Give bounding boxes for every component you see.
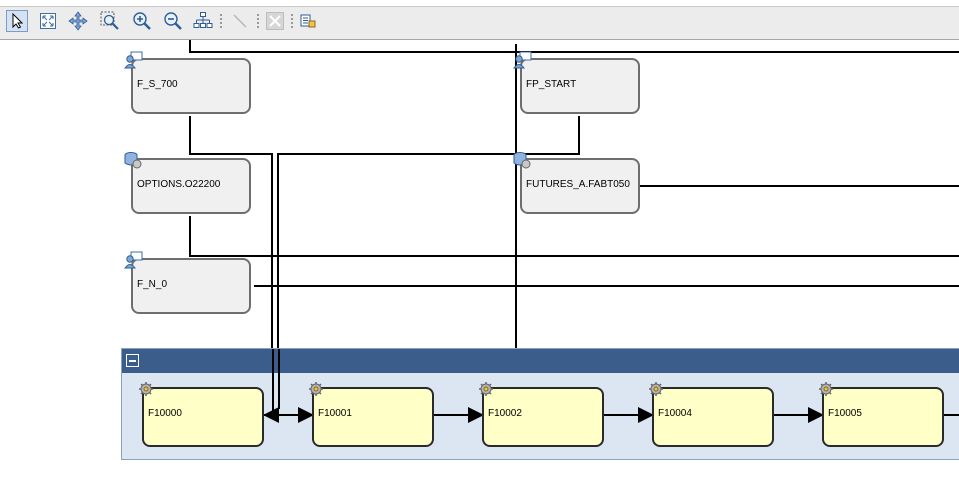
flow-node[interactable]: OPTIONS.O22200 [124,152,251,214]
connector-button[interactable] [229,10,251,32]
step-label: F10005 [828,408,862,419]
zoom-region-icon [100,11,119,30]
zoom-out-button[interactable] [162,10,184,32]
user-message-icon [124,251,143,269]
node-label: FP_START [526,79,577,90]
diagram-toolbar [0,0,959,40]
incoming-arrow [263,349,279,423]
gear-icon [649,382,663,396]
flow-node[interactable]: F_N_0 [124,251,251,314]
zoom-out-icon [164,12,182,30]
toolbar-separator [257,14,259,28]
step-node[interactable]: F10005 [819,382,944,447]
zoom-in-icon [133,12,151,30]
step-group[interactable]: F10000 F10001 F10002 F10004 F10005 [121,348,959,460]
gear-icon [139,382,153,396]
gear-icon [819,382,833,396]
diagram-canvas[interactable]: F_S_700 OPTIONS.O22200 F_N_0 FP_START FU… [0,40,959,477]
toolbar-separator [220,14,222,28]
gear-icon [479,382,493,396]
step-label: F10004 [658,408,692,419]
step-label: F10001 [318,408,352,419]
properties-icon [300,14,316,28]
connector-line-icon [233,14,247,28]
database-job-icon [124,152,142,169]
pan-button[interactable] [67,10,89,32]
select-tool-button[interactable] [6,10,28,32]
pointer-arrow-icon [12,13,24,29]
node-label: F_N_0 [137,279,168,290]
gear-icon [309,382,323,396]
flow-node[interactable]: FP_START [513,51,640,114]
properties-button[interactable] [297,10,319,32]
fit-to-screen-button[interactable] [37,10,59,32]
step-node[interactable]: F10004 [649,382,774,447]
toolbar-separator [291,14,293,28]
zoom-in-button[interactable] [131,10,153,32]
toolbar-top-edge [0,0,959,7]
fit-screen-icon [40,13,56,29]
node-label: F_S_700 [137,79,178,90]
delete-button[interactable] [264,10,286,32]
connector-line [516,116,580,155]
hierarchy-icon [193,12,213,28]
node-label: OPTIONS.O22200 [137,179,221,190]
step-node[interactable]: F10000 [139,382,264,447]
connector-line [189,216,959,257]
flow-node[interactable]: F_S_700 [124,51,251,114]
delete-x-icon [266,12,284,30]
step-label: F10002 [488,408,522,419]
flow-node[interactable]: FUTURES_A.FABT050 [513,152,640,214]
connector-line [189,116,273,374]
step-label: F10000 [148,408,182,419]
database-job-icon [513,152,531,169]
connector-line [277,153,516,374]
step-node[interactable]: F10001 [309,382,434,447]
move-arrows-icon [68,11,88,31]
user-message-icon [124,51,143,69]
user-message-icon [513,51,532,69]
step-node[interactable]: F10002 [479,382,604,447]
zoom-region-button[interactable] [99,10,121,32]
node-label: FUTURES_A.FABT050 [526,179,630,190]
auto-layout-button[interactable] [192,10,214,32]
connector-line [189,40,959,53]
